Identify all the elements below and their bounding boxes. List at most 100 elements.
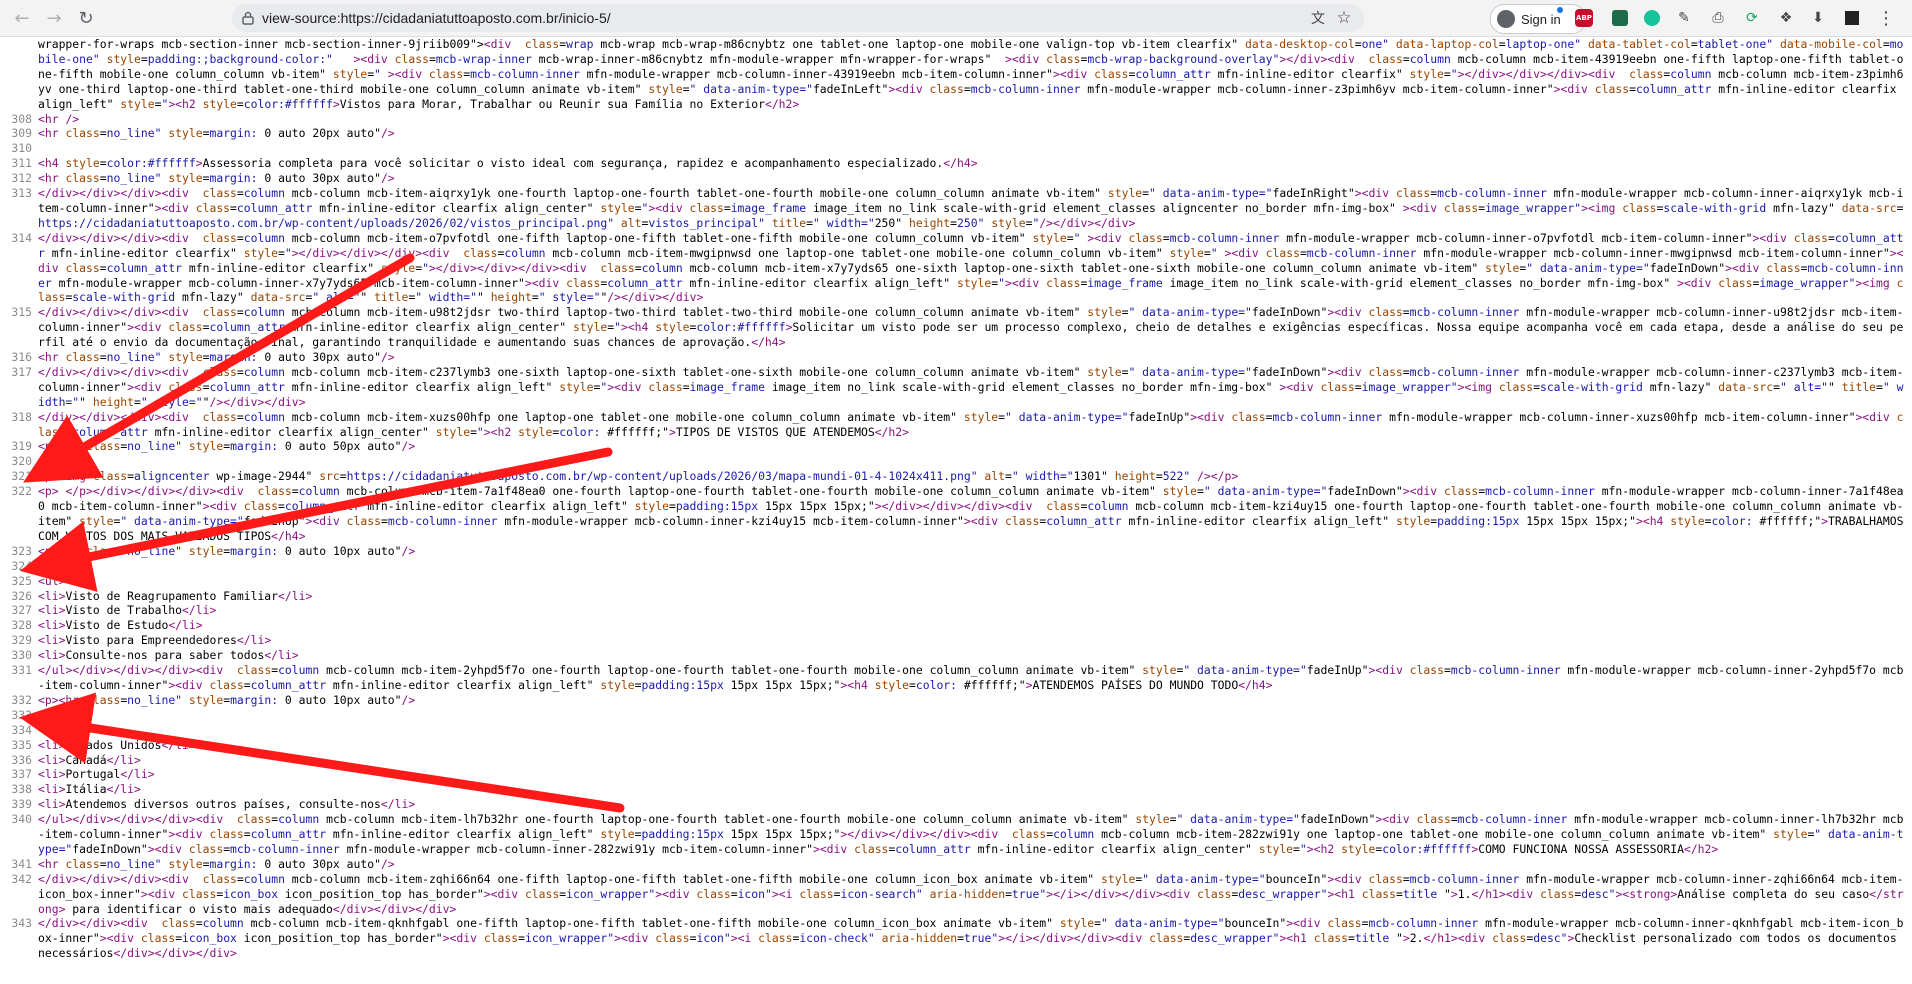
source-line: 328 <li>Visto de Estudo</li> [0, 618, 1912, 633]
source-line: 315 </div></div></div><div class=column m… [0, 305, 1912, 350]
source-code: <ul> [38, 573, 66, 588]
line-number: 314 [11, 230, 32, 245]
pen-extension-icon[interactable]: ✎ [1672, 6, 1696, 30]
line-number: 338 [11, 782, 32, 797]
source-line: 310 [0, 141, 1912, 156]
line-number: 322 [11, 484, 32, 499]
line-number: 328 [11, 618, 32, 633]
source-code: <li>Itália</li> [38, 782, 141, 797]
source-code: <li>Visto de Trabalho</li> [38, 603, 217, 618]
line-number: 343 [11, 916, 32, 931]
bookmark-star-icon[interactable]: ☆ [1332, 6, 1356, 30]
line-number: 308 [11, 111, 32, 126]
source-line: 333 </p> [0, 708, 1912, 723]
forward-icon[interactable]: → [42, 6, 66, 30]
source-code: </p> [38, 454, 66, 469]
source-code: wrapper-for-wraps mcb-section-inner mcb-… [38, 37, 1904, 111]
profile-avatar-icon [1497, 10, 1515, 28]
source-code: </div></div></div><div class=column mcb-… [38, 186, 1904, 230]
line-number: 316 [11, 350, 32, 365]
source-code: <li>Portugal</li> [38, 767, 155, 782]
site-info-icon[interactable] [242, 10, 254, 25]
source-line: 326 <li>Visto de Reagrupamento Familiar</… [0, 589, 1912, 604]
line-number [0, 37, 38, 112]
line-number: 318 [11, 409, 32, 424]
extensions-puzzle-icon[interactable]: ❖ [1774, 6, 1798, 30]
source-line: 336 <li>Canadá</li> [0, 753, 1912, 768]
source-line: 332 <p><hr class=no_line" style=margin: 0… [0, 693, 1912, 708]
source-line: 308 <hr /> [0, 112, 1912, 127]
line-number: 335 [11, 737, 32, 752]
source-line: 322 <p> </p></div></div></div><div class=… [0, 484, 1912, 544]
line-number: 320 [11, 454, 32, 469]
adblock-plus-icon[interactable]: ABP [1572, 6, 1596, 30]
source-line: 334 <ul> [0, 723, 1912, 738]
source-code: <li>Atendemos diversos outros países, co… [38, 797, 416, 812]
address-bar[interactable]: view-source:https://cidadaniatuttoaposto… [232, 4, 1364, 32]
line-number: 310 [11, 141, 32, 156]
source-code: <hr class=no_line" style=margin: 0 auto … [38, 350, 395, 365]
source-line: 331 </ul></div></div></div><div class=col… [0, 663, 1912, 693]
extension-dark-icon[interactable] [1840, 6, 1864, 30]
source-line: 327 <li>Visto de Trabalho</li> [0, 603, 1912, 618]
source-code: <li>Visto de Reagrupamento Familiar</li> [38, 588, 313, 603]
source-code: <h4 style=color:#ffffff>Assessoria compl… [38, 156, 978, 171]
printer-extension-icon[interactable]: ⎙ [1706, 6, 1730, 30]
source-line: 343 </div></div><div class=column mcb-col… [0, 916, 1912, 961]
line-number: 341 [11, 856, 32, 871]
source-code: <p><hr class=no_line" style=margin: 0 au… [38, 692, 416, 707]
source-line: 330 <li>Consulte-nos para saber todos</li… [0, 648, 1912, 663]
source-line: 309 <hr class=no_line" style=margin: 0 au… [0, 126, 1912, 141]
source-code: <ul> [38, 722, 66, 737]
translate-icon[interactable]: 文 [1306, 6, 1330, 30]
source-code: <p><hr class=no_line" style=margin: 0 au… [38, 543, 416, 558]
source-code [38, 141, 1912, 156]
line-number: 321 [11, 469, 32, 484]
source-code: </div></div><div class=column mcb-column… [38, 916, 1904, 961]
source-code: <li>Visto de Estudo</li> [38, 618, 203, 633]
source-line: 321 <p><img class=aligncenter wp-image-29… [0, 469, 1912, 484]
reload-icon[interactable]: ↻ [74, 6, 98, 30]
line-number: 336 [11, 752, 32, 767]
line-number: 340 [11, 812, 32, 827]
source-line: 314 </div></div></div><div class=column m… [0, 231, 1912, 306]
line-number: 327 [11, 603, 32, 618]
source-code: <p><img class=aligncenter wp-image-2944"… [38, 469, 1239, 484]
source-line: 323 <p><hr class=no_line" style=margin: 0… [0, 544, 1912, 559]
line-number: 326 [11, 588, 32, 603]
source-code: <li>Estados Unidos</li> [38, 737, 196, 752]
source-line: 342 </div></div></div><div class=column m… [0, 872, 1912, 917]
source-code: </div></div></div><div class=column mcb-… [38, 230, 1904, 305]
source-line: 339 <li>Atendemos diversos outros países,… [0, 797, 1912, 812]
grammarly-icon[interactable] [1640, 6, 1664, 30]
notification-dot [1557, 7, 1563, 13]
source-line: 341 <hr class=no_line" style=margin: 0 au… [0, 857, 1912, 872]
page-source-view: wrapper-for-wraps mcb-section-inner mcb-… [0, 37, 1912, 984]
source-line: 325 <ul> [0, 574, 1912, 589]
source-code: <hr /> [38, 111, 80, 126]
source-line: 312 <hr class=no_line" style=margin: 0 au… [0, 171, 1912, 186]
extension-green-icon[interactable] [1608, 6, 1632, 30]
line-number: 319 [11, 439, 32, 454]
menu-icon[interactable]: ⋮ [1874, 6, 1898, 30]
source-line: 316 <hr class=no_line" style=margin: 0 au… [0, 350, 1912, 365]
line-number: 334 [11, 722, 32, 737]
source-code: </div></div></div><div class=column mcb-… [38, 364, 1904, 409]
line-number: 330 [11, 648, 32, 663]
line-number: 339 [11, 797, 32, 812]
url-text[interactable]: view-source:https://cidadaniatuttoaposto… [262, 4, 611, 32]
source-line: wrapper-for-wraps mcb-section-inner mcb-… [0, 37, 1912, 112]
download-icon[interactable]: ⬇ [1806, 6, 1830, 30]
source-line: 329 <li>Visto para Empreendedores</li> [0, 633, 1912, 648]
source-line: 313 </div></div></div><div class=column m… [0, 186, 1912, 231]
source-line: 311 <h4 style=color:#ffffff>Assessoria co… [0, 156, 1912, 171]
line-number: 329 [11, 633, 32, 648]
source-code: </div></div></div><div class=column mcb-… [38, 871, 1904, 916]
sync-extension-icon[interactable]: ⟳ [1740, 6, 1764, 30]
source-code: </ul></div></div></div><div class=column… [38, 812, 1904, 856]
source-code: <hr class=no_line" style=margin: 0 auto … [38, 856, 395, 871]
source-line: 324 </p> [0, 559, 1912, 574]
back-icon[interactable]: ← [10, 6, 34, 30]
line-number: 325 [11, 573, 32, 588]
line-number: 332 [11, 692, 32, 707]
